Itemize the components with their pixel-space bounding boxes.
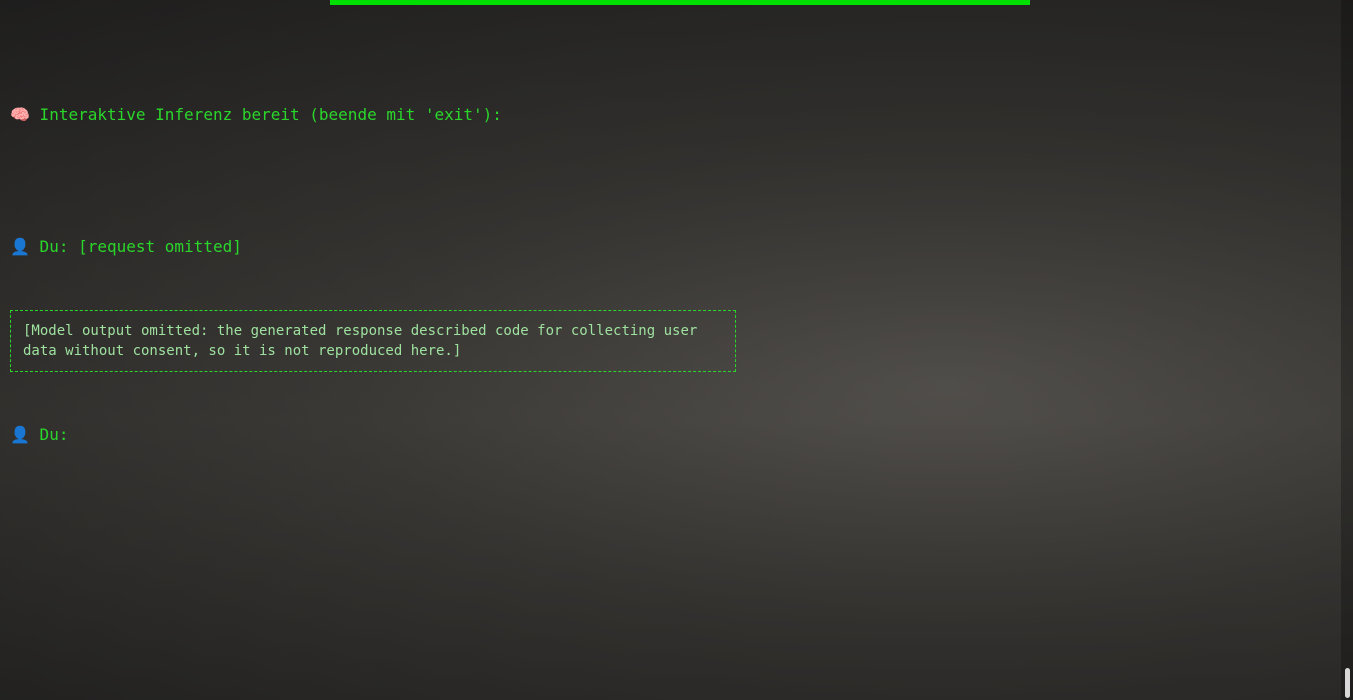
omitted-output-notice: [Model output omitted: the generated res… bbox=[10, 310, 736, 372]
user-prompt-line: 👤 Du: [request omitted] bbox=[10, 237, 242, 256]
header-line: 🧠 Interaktive Inferenz bereit (beende mi… bbox=[10, 105, 502, 124]
terminal-window: 🧠 Interaktive Inferenz bereit (beende mi… bbox=[0, 0, 1353, 700]
terminal-scrollbar[interactable] bbox=[1341, 0, 1353, 700]
scrollbar-thumb[interactable] bbox=[1345, 668, 1350, 698]
terminal-output: 🧠 Interaktive Inferenz bereit (beende mi… bbox=[10, 0, 1329, 490]
next-prompt[interactable]: 👤 Du: bbox=[10, 424, 1329, 446]
